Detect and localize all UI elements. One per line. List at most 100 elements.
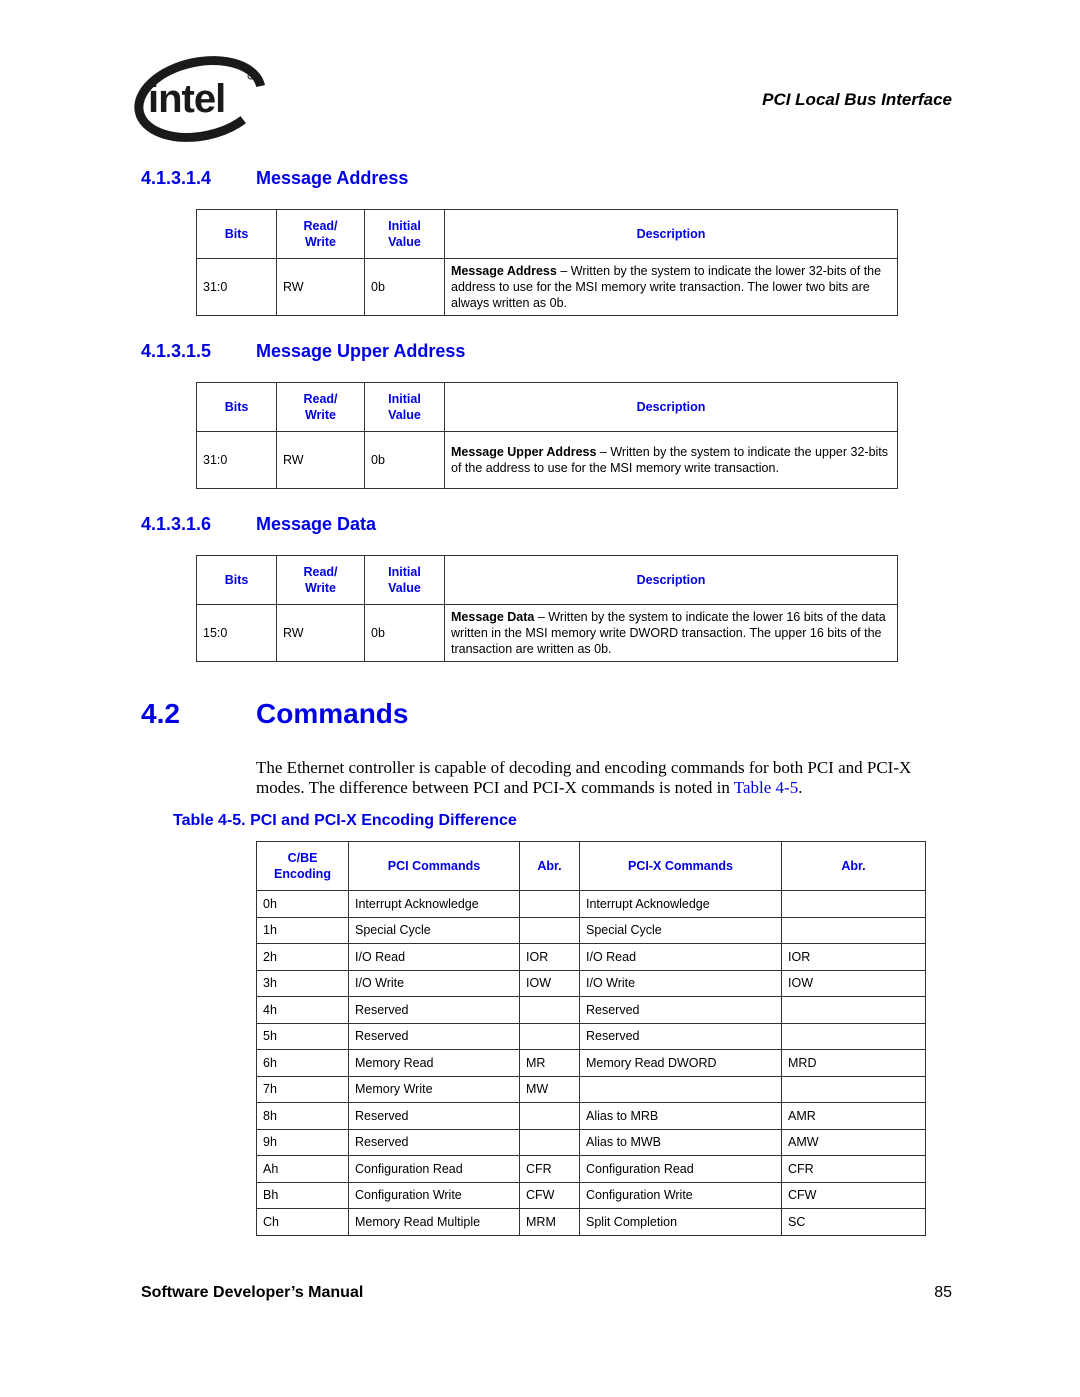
- section-heading-message-upper-address: 4.1.3.1.5 Message Upper Address: [141, 341, 465, 362]
- cell-bits: 15:0: [196, 604, 277, 662]
- header-pcix-abr: Abr.: [781, 841, 926, 891]
- cell-pci-command: Memory Write: [348, 1075, 520, 1103]
- cell-description: Message Upper Address – Written by the s…: [444, 431, 898, 489]
- table-row: 31:0 RW 0b Message Address – Written by …: [196, 258, 898, 316]
- cell-pci-abr: [519, 890, 580, 918]
- cell-pcix-command: Configuration Write: [579, 1181, 782, 1209]
- intel-logo-icon: intel: [134, 56, 266, 142]
- table-row: 4h Reserved Reserved: [256, 996, 926, 1024]
- table-caption: Table 4-5. PCI and PCI-X Encoding Differ…: [173, 812, 517, 829]
- section-heading-message-data: 4.1.3.1.6 Message Data: [141, 514, 376, 535]
- cell-pcix-command: Memory Read DWORD: [579, 1049, 782, 1077]
- description-term: Message Address: [451, 264, 557, 278]
- header-description: Description: [444, 382, 898, 432]
- table-header-row: Bits Read/Write Initial Value Description: [196, 382, 898, 432]
- cell-pci-command: Special Cycle: [348, 916, 520, 944]
- table-header-row: C/BE Encoding PCI Commands Abr. PCI-X Com…: [256, 841, 926, 891]
- cell-pci-command: Reserved: [348, 1102, 520, 1130]
- section-heading-commands: 4.2 Commands: [141, 698, 408, 730]
- table-row: 2h I/O Read IOR I/O Read IOR: [256, 943, 926, 971]
- cell-pcix-abr: IOW: [781, 969, 926, 997]
- cell-pcix-abr: IOR: [781, 943, 926, 971]
- cell-encoding: 9h: [256, 1128, 349, 1156]
- message-address-table: Bits Read/Write Initial Value Description…: [196, 209, 898, 316]
- table-header-row: Bits Read/Write Initial Value Description: [196, 209, 898, 259]
- paragraph-text: The Ethernet controller is capable of de…: [256, 758, 912, 797]
- cell-encoding: 4h: [256, 996, 349, 1024]
- running-header: PCI Local Bus Interface: [762, 90, 952, 109]
- cell-pcix-command: Reserved: [579, 996, 782, 1024]
- message-upper-address-table: Bits Read/Write Initial Value Description…: [196, 382, 898, 489]
- cell-pcix-command: I/O Write: [579, 969, 782, 997]
- table-row: 1h Special Cycle Special Cycle: [256, 916, 926, 944]
- cell-encoding: 0h: [256, 890, 349, 918]
- table-row: Ah Configuration Read CFR Configuration Rea…: [256, 1155, 926, 1183]
- section-heading-message-address: 4.1.3.1.4 Message Address: [141, 168, 408, 189]
- intel-logo: intel: [134, 54, 269, 144]
- section-title: Message Data: [256, 514, 377, 534]
- cell-encoding: 7h: [256, 1075, 349, 1103]
- cell-pcix-command: [579, 1075, 782, 1103]
- table-row: 5h Reserved Reserved: [256, 1022, 926, 1050]
- cell-pcix-abr: AMR: [781, 1102, 926, 1130]
- cell-bits: 31:0: [196, 431, 277, 489]
- header-read-write: Read/Write: [276, 382, 365, 432]
- section-number: 4.1.3.1.4: [141, 168, 212, 188]
- table-row: 6h Memory Read MR Memory Read DWORD MRD: [256, 1049, 926, 1077]
- cell-pci-command: Reserved: [348, 1022, 520, 1050]
- cell-rw: RW: [276, 604, 365, 662]
- header-cbe-encoding: C/BE Encoding: [256, 841, 349, 891]
- cell-pci-command: Memory Read: [348, 1049, 520, 1077]
- cell-pcix-abr: [781, 890, 926, 918]
- description-term: Message Data: [451, 610, 535, 624]
- paragraph-end: .: [798, 777, 803, 797]
- section-number: 4.2: [141, 698, 180, 729]
- cell-pci-abr: CFR: [519, 1155, 580, 1183]
- cell-pcix-abr: [781, 996, 926, 1024]
- header-initial-value: Initial Value: [364, 382, 445, 432]
- cell-bits: 31:0: [196, 258, 277, 316]
- cell-pcix-abr: [781, 916, 926, 944]
- cell-pci-abr: [519, 1022, 580, 1050]
- commands-paragraph: The Ethernet controller is capable of de…: [256, 758, 946, 797]
- cell-pcix-abr: CFW: [781, 1181, 926, 1209]
- cell-encoding: 2h: [256, 943, 349, 971]
- cell-encoding: 6h: [256, 1049, 349, 1077]
- cell-pci-abr: IOR: [519, 943, 580, 971]
- section-title: Commands: [256, 698, 409, 729]
- cell-pci-abr: MRM: [519, 1208, 580, 1236]
- table-row: Bh Configuration Write CFW Configuration Wr…: [256, 1181, 926, 1209]
- header-read-write: Read/Write: [276, 209, 365, 259]
- cell-pci-command: I/O Write: [348, 969, 520, 997]
- cell-pcix-command: Special Cycle: [579, 916, 782, 944]
- table-row: 8h Reserved Alias to MRB AMR: [256, 1102, 926, 1130]
- table-4-5-link[interactable]: Table 4-5: [734, 778, 798, 797]
- cell-pci-command: Configuration Read: [348, 1155, 520, 1183]
- cell-pcix-abr: [781, 1075, 926, 1103]
- header-initial-value: Initial Value: [364, 209, 445, 259]
- section-number: 4.1.3.1.6: [141, 514, 212, 534]
- table-row: 7h Memory Write MW: [256, 1075, 926, 1103]
- cell-description: Message Address – Written by the system …: [444, 258, 898, 316]
- footer-title: Software Developer’s Manual: [141, 1284, 364, 1301]
- cell-encoding: Ah: [256, 1155, 349, 1183]
- cell-pcix-abr: [781, 1022, 926, 1050]
- header-pci-abr: Abr.: [519, 841, 580, 891]
- cell-pci-abr: MW: [519, 1075, 580, 1103]
- encoding-difference-table: C/BE Encoding PCI Commands Abr. PCI-X Com…: [256, 841, 926, 1236]
- cell-pci-abr: [519, 916, 580, 944]
- cell-encoding: Ch: [256, 1208, 349, 1236]
- header-pci-commands: PCI Commands: [348, 841, 520, 891]
- cell-pcix-command: Configuration Read: [579, 1155, 782, 1183]
- cell-pci-command: Interrupt Acknowledge: [348, 890, 520, 918]
- header-pcix-commands: PCI-X Commands: [579, 841, 782, 891]
- header-description: Description: [444, 209, 898, 259]
- cell-pcix-command: I/O Read: [579, 943, 782, 971]
- table-row: Ch Memory Read Multiple MRM Split Completio…: [256, 1208, 926, 1236]
- section-title: Message Address: [256, 168, 409, 188]
- section-number: 4.1.3.1.5: [141, 341, 212, 361]
- cell-encoding: Bh: [256, 1181, 349, 1209]
- header-initial-value: Initial Value: [364, 555, 445, 605]
- cell-pcix-command: Interrupt Acknowledge: [579, 890, 782, 918]
- cell-pci-abr: [519, 1102, 580, 1130]
